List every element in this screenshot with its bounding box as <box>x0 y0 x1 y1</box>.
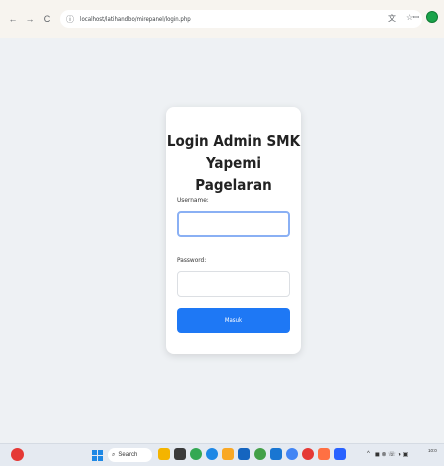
login-title: Login Admin SMK Yapemi Pagelaran <box>166 130 301 196</box>
pinned-apps <box>158 448 346 460</box>
site-info-icon[interactable]: ⓘ <box>66 14 74 25</box>
file-explorer-icon[interactable] <box>222 448 234 460</box>
forward-icon[interactable]: → <box>23 12 37 26</box>
system-tray: ^ ◼ ⊗ ☏ ◑ ▣ <box>367 451 408 458</box>
reload-icon[interactable]: C <box>40 12 54 26</box>
vscode-icon[interactable] <box>334 448 346 460</box>
pinned-app-icon[interactable] <box>174 448 186 460</box>
pinned-app-icon[interactable] <box>158 448 170 460</box>
url-text[interactable]: localhost/latihandbo/mirepanel/login.php <box>80 16 191 23</box>
login-title-line-2: Yapemi Pagelaran <box>195 154 272 194</box>
back-icon[interactable]: ← <box>6 12 20 26</box>
password-input[interactable] <box>177 271 290 297</box>
windows-taskbar: ⌕ Search ^ ◼ ⊗ ☏ ◑ ▣ 10:0 <box>0 443 444 466</box>
profile-avatar-icon[interactable] <box>426 11 438 23</box>
pinned-app-icon[interactable] <box>206 448 218 460</box>
username-input[interactable] <box>177 211 290 237</box>
start-menu-icon[interactable] <box>92 450 103 461</box>
pinned-app-icon[interactable] <box>238 448 250 460</box>
login-submit-button[interactable]: Masuk <box>177 308 290 333</box>
pinned-app-icon[interactable] <box>254 448 266 460</box>
address-actions: 文 ☆ <box>388 13 413 24</box>
login-card: Login Admin SMK Yapemi Pagelaran Usernam… <box>166 107 301 354</box>
tray-status-icons[interactable]: ◼ ⊗ ☏ ◑ ▣ <box>375 451 408 458</box>
chrome-icon[interactable] <box>286 448 298 460</box>
taskbar-clock[interactable]: 10:0 <box>428 448 437 454</box>
translate-icon[interactable]: 文 <box>388 13 396 24</box>
address-bar[interactable]: ⓘ localhost/latihandbo/mirepanel/login.p… <box>60 10 422 28</box>
username-label: Username: <box>177 196 209 204</box>
pinned-app-icon[interactable] <box>302 448 314 460</box>
tray-overflow-icon[interactable]: ^ <box>367 451 370 458</box>
weather-widget-icon[interactable] <box>11 448 24 461</box>
xampp-icon[interactable] <box>318 448 330 460</box>
browser-toolbar: ← → C ⓘ localhost/latihandbo/mirepanel/l… <box>0 0 444 38</box>
extensions-icon[interactable]: ꟷ <box>412 12 419 23</box>
password-label: Password: <box>177 256 207 264</box>
taskbar-search-label: Search <box>118 452 138 458</box>
pinned-app-icon[interactable] <box>270 448 282 460</box>
search-icon: ⌕ <box>112 451 116 458</box>
browser-right-icons: ꟷ <box>412 11 438 23</box>
login-title-line-1: Login Admin SMK <box>166 132 301 150</box>
pinned-app-icon[interactable] <box>190 448 202 460</box>
taskbar-search[interactable]: ⌕ Search <box>108 448 152 462</box>
